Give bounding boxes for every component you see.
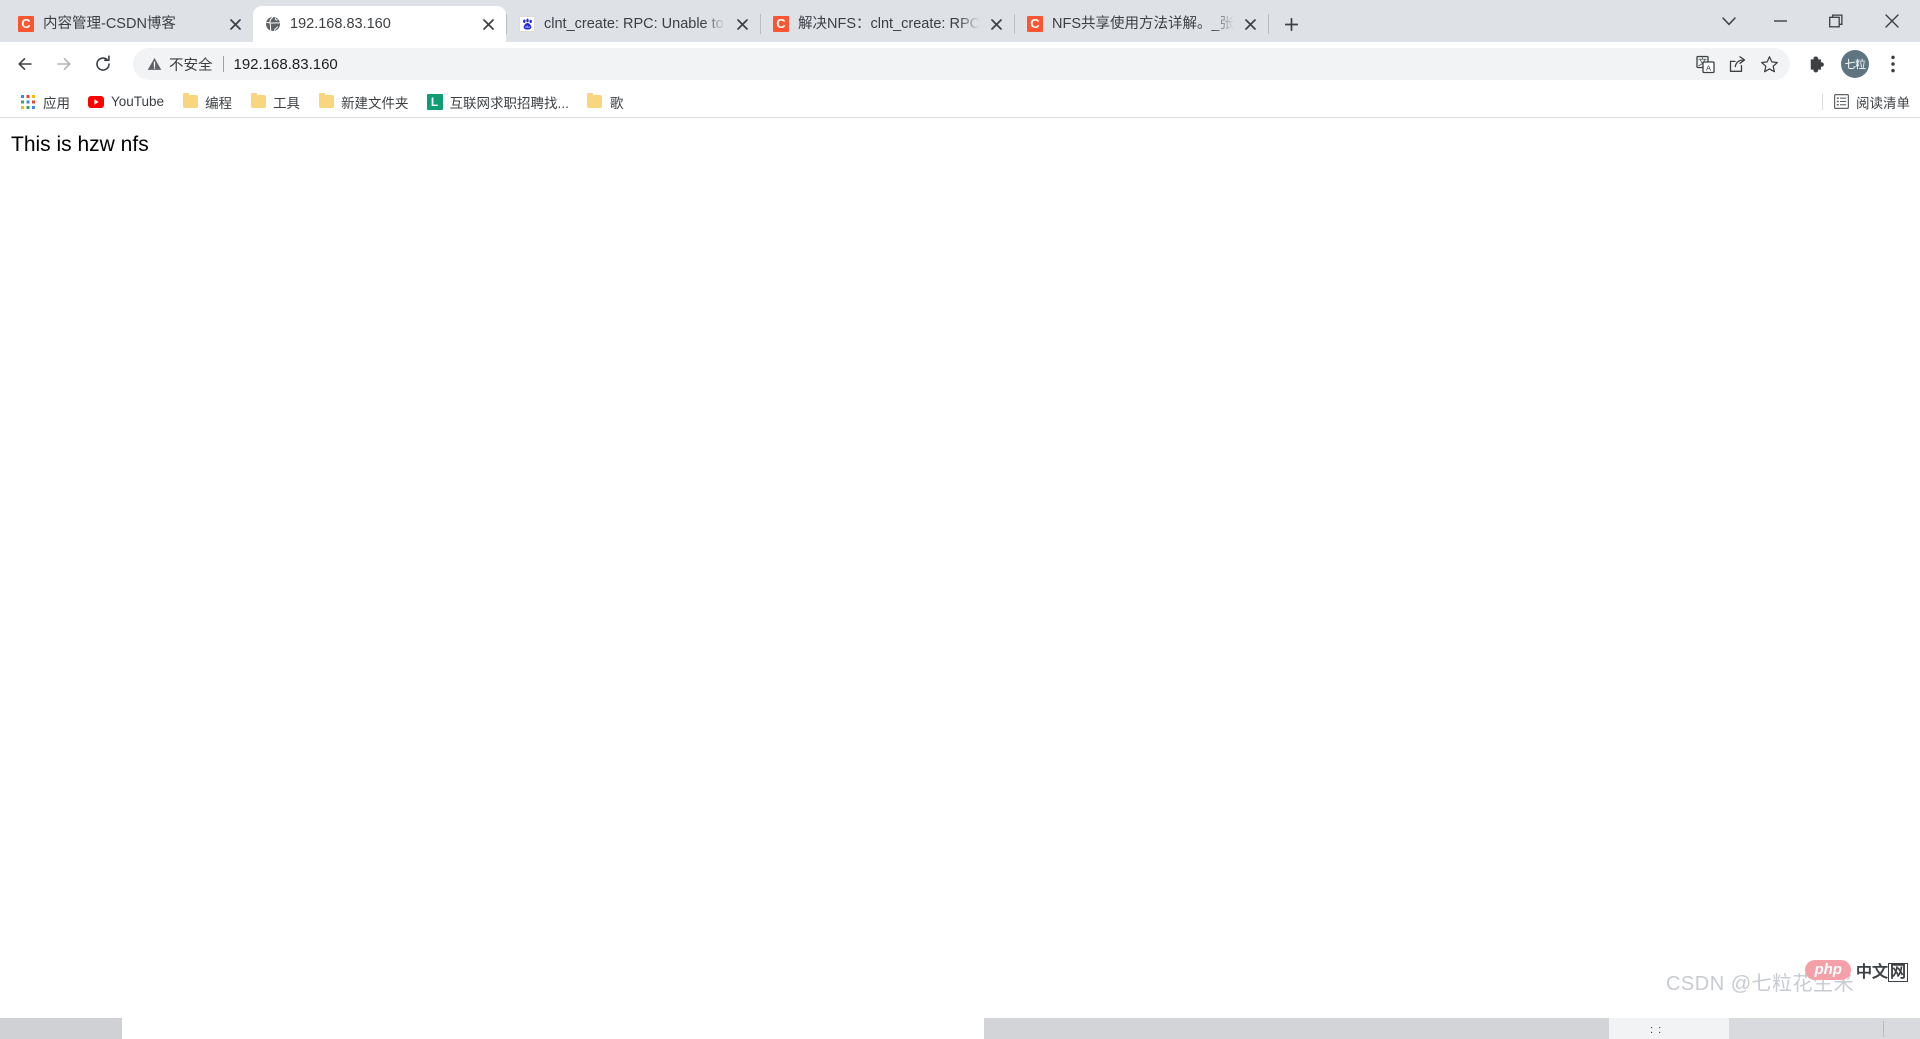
- avatar[interactable]: 七粒: [1838, 47, 1872, 81]
- bookmark-star-icon[interactable]: [1754, 49, 1784, 79]
- php-watermark-text: 中文网: [1856, 958, 1908, 982]
- window-controls: [1706, 0, 1920, 42]
- translate-icon[interactable]: 文 A: [1690, 49, 1720, 79]
- bookmark-label: 歌: [609, 95, 624, 111]
- close-icon[interactable]: [984, 12, 1008, 36]
- youtube-icon: [88, 94, 104, 110]
- close-icon[interactable]: [223, 12, 247, 36]
- os-taskbar[interactable]: : :: [0, 1018, 1920, 1039]
- tab-title: NFS共享使用方法详解。_张必安: [1052, 16, 1234, 32]
- tab-strip: C 内容管理-CSDN博客 192.168.83.160 du clnt_cre…: [0, 0, 1920, 42]
- extensions-puzzle-icon[interactable]: [1800, 47, 1834, 81]
- close-icon[interactable]: [730, 12, 754, 36]
- baidu-icon: du: [519, 16, 535, 32]
- browser-tab-1[interactable]: C 内容管理-CSDN博客: [6, 6, 253, 42]
- maximize-icon[interactable]: [1808, 0, 1864, 42]
- liepin-icon-letter: L: [426, 93, 443, 110]
- tab-title: 内容管理-CSDN博客: [43, 16, 176, 32]
- php-watermark-badge: php: [1805, 960, 1851, 980]
- csdn-icon: C: [18, 16, 34, 32]
- folder-icon: [182, 92, 198, 110]
- php-watermark-text-a: 中文: [1855, 964, 1888, 981]
- bookmark-label: 工具: [273, 95, 301, 111]
- url-text[interactable]: 192.168.83.160: [234, 56, 1689, 73]
- php-watermark-text-b: 网: [1887, 963, 1908, 982]
- close-icon[interactable]: [476, 12, 500, 36]
- close-icon[interactable]: [1238, 12, 1262, 36]
- browser-window: C 内容管理-CSDN博客 192.168.83.160 du clnt_cre…: [0, 0, 1920, 1039]
- reading-list-icon: [1833, 94, 1849, 110]
- csdn-watermark: CSDN @七粒花生米: [1665, 973, 1854, 995]
- bookmark-label: 编程: [205, 95, 233, 111]
- profile-label: 七粒: [1841, 50, 1869, 78]
- share-icon[interactable]: [1722, 49, 1752, 79]
- globe-icon: [265, 16, 281, 32]
- browser-tab-4[interactable]: C 解决NFS：clnt_create: RPC: Por: [761, 6, 1014, 42]
- browser-tab-3[interactable]: du clnt_create: RPC: Unable to rec: [507, 6, 760, 42]
- forward-icon[interactable]: [47, 47, 81, 81]
- svg-text:A: A: [1705, 63, 1710, 72]
- tab-title: clnt_create: RPC: Unable to rec: [544, 16, 726, 32]
- php-watermark: php 中文网: [1805, 958, 1908, 982]
- bookmark-item-liepin[interactable]: L 互联网求职招聘找...: [419, 90, 577, 114]
- page-body-text: This is hzw nfs: [11, 133, 149, 156]
- reading-list-label[interactable]: 阅读清单: [1856, 92, 1910, 112]
- new-tab-button[interactable]: [1277, 10, 1305, 38]
- taskbar-segment: [984, 1018, 1609, 1039]
- apps-grid-icon: [20, 94, 36, 110]
- browser-tab-5[interactable]: C NFS共享使用方法详解。_张必安: [1015, 6, 1268, 42]
- chevron-down-icon[interactable]: [1706, 0, 1752, 42]
- folder-icon: [318, 92, 334, 110]
- taskbar-segment: [1609, 1018, 1729, 1039]
- taskbar-segment: [122, 1018, 984, 1039]
- bookmark-folder-programming[interactable]: 编程: [174, 90, 240, 114]
- omnibox-actions: 文 A: [1688, 49, 1784, 79]
- tab-title: 192.168.83.160: [290, 16, 391, 32]
- taskbar-segment: [0, 1018, 122, 1039]
- browser-toolbar: 不安全 192.168.83.160 文 A 七粒: [0, 42, 1920, 86]
- tab-separator: [1268, 14, 1269, 34]
- security-status-text: 不安全: [169, 57, 213, 74]
- bookmark-folder-tools[interactable]: 工具: [242, 90, 308, 114]
- taskbar-clock: : :: [1650, 1024, 1663, 1036]
- close-window-icon[interactable]: [1864, 0, 1920, 42]
- folder-icon: [587, 92, 603, 110]
- bookmarks-bar: 应用 YouTube 编程 工具 新建文件夹 L 互联网求职招聘找... 歌 阅…: [0, 86, 1920, 118]
- bookmarks-divider: [1822, 93, 1823, 110]
- folder-icon: [250, 92, 266, 110]
- csdn-icon: C: [773, 16, 789, 32]
- csdn-icon: C: [1027, 16, 1043, 32]
- back-icon[interactable]: [8, 47, 42, 81]
- reload-icon[interactable]: [86, 47, 120, 81]
- liepin-icon: L: [426, 93, 443, 110]
- svg-text:du: du: [525, 24, 530, 29]
- bookmark-folder-new[interactable]: 新建文件夹: [310, 90, 417, 114]
- reading-list-area: 阅读清单: [1822, 86, 1910, 118]
- bookmark-folder-songs[interactable]: 歌: [579, 90, 632, 114]
- minimize-icon[interactable]: [1752, 0, 1808, 42]
- taskbar-divider: [1883, 1021, 1884, 1037]
- bookmark-label: 互联网求职招聘找...: [449, 95, 569, 111]
- tab-title: 解决NFS：clnt_create: RPC: Por: [798, 16, 980, 32]
- bookmark-item-youtube[interactable]: YouTube: [80, 90, 172, 114]
- bookmark-label: 新建文件夹: [341, 95, 409, 111]
- chrome-menu-icon[interactable]: [1876, 47, 1910, 81]
- address-bar[interactable]: 不安全 192.168.83.160 文 A: [133, 48, 1790, 80]
- not-secure-warning-icon[interactable]: [147, 57, 162, 71]
- omnibox-divider: [222, 56, 224, 72]
- bookmark-item-apps[interactable]: 应用: [12, 90, 78, 114]
- browser-tab-2[interactable]: 192.168.83.160: [253, 6, 506, 42]
- bookmark-label: YouTube: [111, 94, 165, 109]
- taskbar-segment: [1729, 1018, 1920, 1039]
- page-viewport: This is hzw nfs CSDN @七粒花生米 php 中文网: [0, 120, 1920, 1018]
- bookmark-label: 应用: [43, 95, 70, 111]
